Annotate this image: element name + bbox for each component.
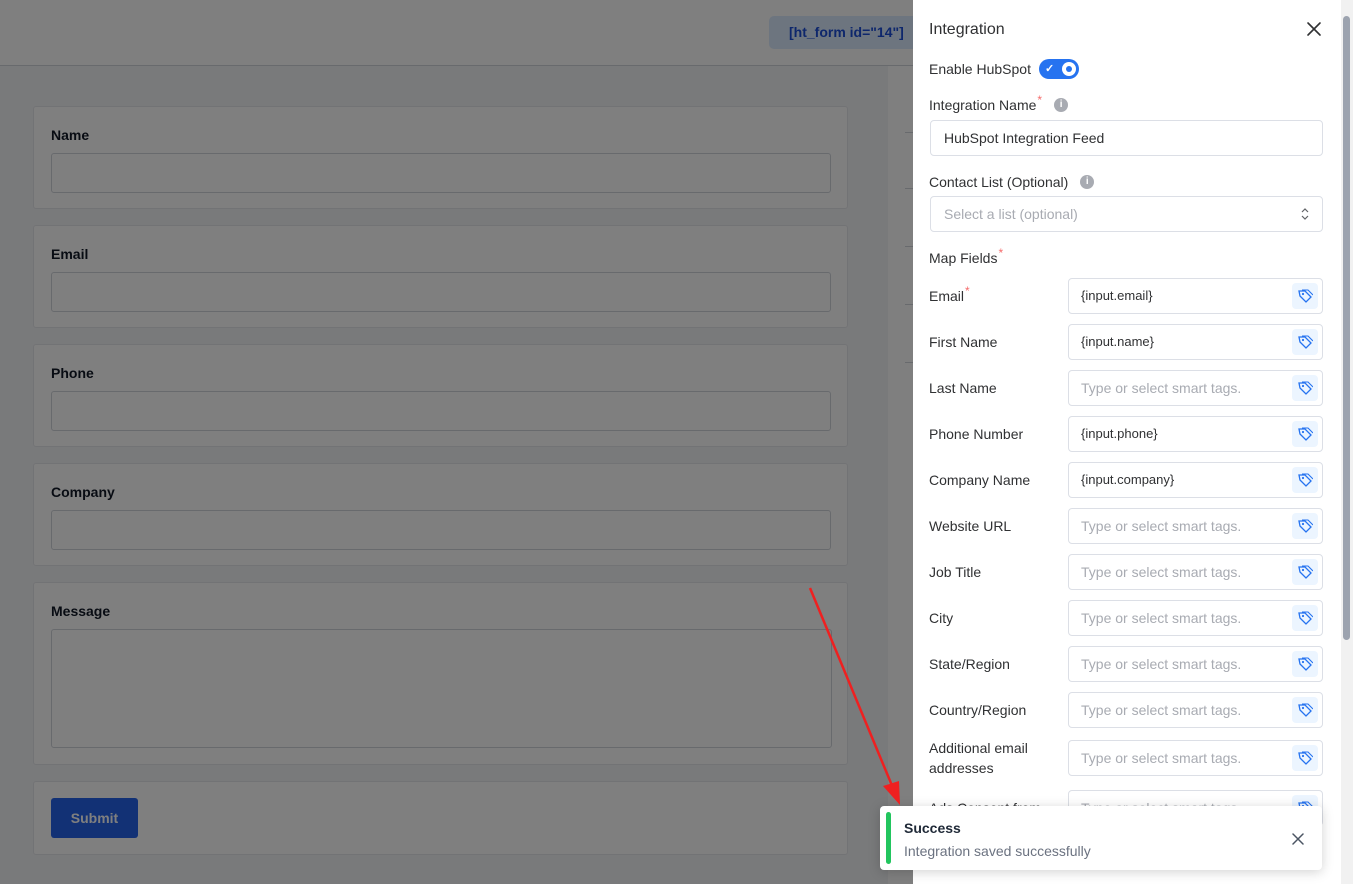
check-icon: ✓ (1045, 63, 1055, 75)
map-field-label: Last Name (929, 380, 997, 396)
tag-icon (1298, 519, 1313, 533)
contact-list-label: Contact List (Optional) i (929, 174, 1095, 190)
smart-tag-button[interactable] (1292, 745, 1318, 771)
smart-tag-button[interactable] (1292, 605, 1318, 631)
map-field-value: Type or select smart tags. (1081, 656, 1242, 672)
map-field-label: Email* (929, 284, 970, 304)
tag-icon (1298, 473, 1313, 487)
tag-icon (1298, 427, 1313, 441)
smart-tag-button[interactable] (1292, 467, 1318, 493)
contact-list-select[interactable]: Select a list (optional) (930, 196, 1323, 232)
map-field-input[interactable]: Type or select smart tags. (1068, 740, 1323, 776)
enable-hubspot-toggle[interactable]: ✓ (1039, 59, 1079, 79)
smart-tag-button[interactable] (1292, 559, 1318, 585)
tag-icon (1298, 565, 1313, 579)
map-field-label: Country/Region (929, 702, 1027, 718)
map-field-value: {input.company} (1081, 472, 1175, 487)
toast-message: Integration saved successfully (904, 843, 1091, 859)
map-field-input[interactable]: Type or select smart tags. (1068, 600, 1323, 636)
map-field-value: Type or select smart tags. (1081, 518, 1242, 534)
info-icon[interactable]: i (1054, 98, 1069, 113)
contact-list-placeholder: Select a list (optional) (944, 206, 1078, 222)
scrollbar-thumb[interactable] (1343, 16, 1350, 640)
drawer-title: Integration (929, 21, 1005, 38)
info-icon[interactable]: i (1080, 175, 1095, 190)
tag-icon (1298, 381, 1313, 395)
chevron-updown-icon (1301, 208, 1309, 220)
integration-drawer: Integration Enable HubSpot ✓ Integration… (913, 0, 1353, 884)
smart-tag-button[interactable] (1292, 421, 1318, 447)
map-field-input[interactable]: {input.phone} (1068, 416, 1323, 452)
map-field-input[interactable]: Type or select smart tags. (1068, 554, 1323, 590)
map-field-label: Company Name (929, 472, 1031, 488)
map-field-value: Type or select smart tags. (1081, 380, 1242, 396)
tag-icon (1298, 703, 1313, 717)
close-icon[interactable] (1305, 20, 1323, 38)
map-field-input[interactable]: Type or select smart tags. (1068, 370, 1323, 406)
toast-title: Success (904, 820, 961, 836)
map-field-label: Website URL (929, 518, 1012, 534)
map-field-input[interactable]: {input.email} (1068, 278, 1323, 314)
map-field-value: {input.email} (1081, 288, 1153, 303)
map-field-input[interactable]: Type or select smart tags. (1068, 646, 1323, 682)
map-field-label: State/Region (929, 656, 1010, 672)
smart-tag-button[interactable] (1292, 283, 1318, 309)
tag-icon (1298, 335, 1313, 349)
tag-icon (1298, 289, 1313, 303)
map-field-value: {input.name} (1081, 334, 1155, 349)
tag-icon (1298, 751, 1313, 765)
map-fields-label: Map Fields* (929, 246, 1004, 266)
map-field-input[interactable]: Type or select smart tags. (1068, 508, 1323, 544)
success-toast: Success Integration saved successfully (880, 806, 1322, 870)
map-field-label: First Name (929, 334, 998, 350)
map-field-input[interactable]: {input.company} (1068, 462, 1323, 498)
map-field-label: Job Title (929, 564, 982, 580)
close-icon[interactable] (1292, 833, 1304, 845)
map-field-value: Type or select smart tags. (1081, 610, 1242, 626)
smart-tag-button[interactable] (1292, 329, 1318, 355)
map-field-value: Type or select smart tags. (1081, 750, 1242, 766)
map-field-input[interactable]: {input.name} (1068, 324, 1323, 360)
map-field-value: {input.phone} (1081, 426, 1158, 441)
integration-name-label: Integration Name* i (929, 93, 1069, 113)
smart-tag-button[interactable] (1292, 375, 1318, 401)
map-field-input[interactable]: Type or select smart tags. (1068, 692, 1323, 728)
tag-icon (1298, 611, 1313, 625)
enable-hubspot-label: Enable HubSpot (929, 61, 1031, 77)
integration-name-input[interactable]: HubSpot Integration Feed (930, 120, 1323, 156)
map-field-value: Type or select smart tags. (1081, 702, 1242, 718)
tag-icon (1298, 657, 1313, 671)
smart-tag-button[interactable] (1292, 697, 1318, 723)
map-field-label: Phone Number (929, 426, 1024, 442)
smart-tag-button[interactable] (1292, 651, 1318, 677)
toast-status-bar (886, 812, 891, 864)
smart-tag-button[interactable] (1292, 513, 1318, 539)
map-field-label: City (929, 610, 954, 626)
map-field-value: Type or select smart tags. (1081, 564, 1242, 580)
map-field-label: Additional email addresses (929, 740, 1028, 776)
